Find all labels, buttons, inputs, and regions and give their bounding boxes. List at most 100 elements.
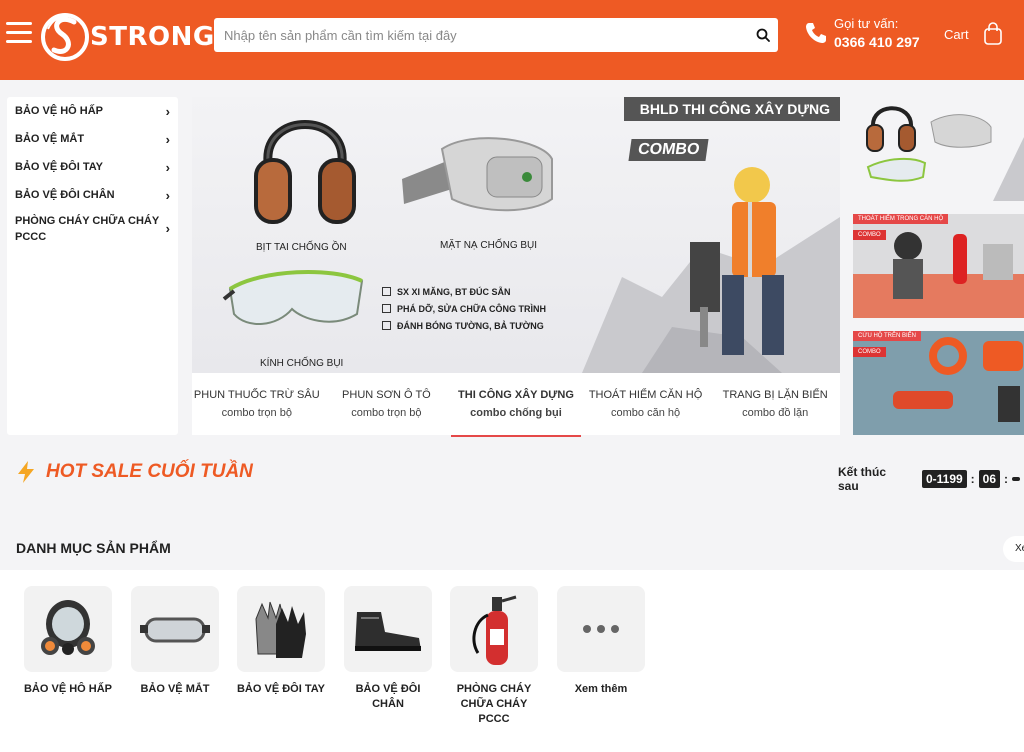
category-sidebar: BẢO VỆ HÔ HẤP › BẢO VỆ MẮT › BẢO VỆ ĐÔI TA… — [7, 97, 178, 435]
category-panel: BẢO VỆ HÔ HẤP BẢO VỆ MẮT BẢO VỆ ĐÔI TAY — [0, 570, 1024, 752]
chevron-right-icon: › — [165, 221, 170, 236]
logo[interactable]: STRONG — [40, 4, 215, 70]
category-item-xem-them[interactable]: Xem thêm — [556, 586, 646, 697]
boots-icon — [355, 612, 421, 651]
sidebar-item-mat[interactable]: BẢO VỆ MẮT › — [7, 125, 178, 153]
menu-icon[interactable] — [6, 22, 32, 46]
category-header: DANH MỤC SẢN PHẨM Xe — [0, 532, 1024, 568]
combo-badge: COMBO — [628, 139, 709, 161]
dust-mask-image — [402, 137, 553, 212]
banner-title: BHLD THI CÔNG XÂY DỰNG — [623, 97, 840, 121]
category-image — [237, 586, 325, 672]
tab-subtitle: combo trọn bộ — [221, 407, 292, 419]
promo-combo-badge: COMBO — [853, 347, 886, 357]
cart-button[interactable]: Cart — [944, 22, 1003, 46]
tab-title: THI CÔNG XÂY DỰNG — [458, 389, 574, 401]
sidebar-item-chan[interactable]: BẢO VỆ ĐÔI CHÂN › — [7, 181, 178, 209]
phone-label: Gọi tư vấn: — [834, 16, 899, 31]
tab-title: TRANG BỊ LẶN BIỂN — [722, 389, 828, 401]
category-label: PHÒNG CHÁY CHỮA CHÁY PCCC — [456, 683, 532, 725]
category-item-tay[interactable]: BẢO VỆ ĐÔI TAY — [236, 586, 326, 697]
sidebar-item-label: BẢO VỆ HÔ HẤP — [15, 105, 104, 117]
promo-title: CỨU HỘ TRÊN BIỂN — [853, 331, 922, 341]
gloves-icon — [255, 601, 306, 658]
banner-checklist: SX XI MĂNG, BT ĐÚC SẴN PHÁ DỠ, SỬA CHỮA … — [382, 287, 546, 338]
tab-title: PHUN SƠN Ô TÔ — [342, 389, 431, 401]
search-icon — [756, 28, 770, 42]
tab-title: PHUN THUỐC TRỪ SÂU — [193, 389, 320, 401]
category-image — [344, 586, 432, 672]
safety-glasses-image — [222, 269, 364, 326]
promo-image — [853, 97, 1024, 201]
checklist-item: SX XI MĂNG, BT ĐÚC SẴN — [382, 287, 546, 297]
tab-phun-son[interactable]: PHUN SƠN Ô TÔ combo trọn bộ — [322, 373, 452, 435]
sidebar-item-label: BẢO VỆ ĐÔI CHÂN — [15, 189, 115, 201]
search-button[interactable] — [748, 18, 778, 52]
tab-thi-cong[interactable]: THI CÔNG XÂY DỰNG combo chống bụi — [451, 373, 581, 437]
respirator-icon — [41, 600, 95, 655]
sidebar-item-label: BẢO VỆ MẮT — [15, 133, 85, 145]
category-image — [557, 586, 645, 672]
tab-thoat-hiem[interactable]: THOÁT HIỂM CĂN HỘ combo căn hộ — [581, 373, 711, 435]
promo-combo-badge: COMBO — [853, 230, 886, 240]
countdown-hours: 0-1199 — [921, 470, 967, 488]
banner-label-earmuff: BỊT TAI CHỐNG ỒN — [256, 242, 347, 253]
worker-illustration — [582, 167, 840, 373]
countdown-seconds — [1012, 477, 1021, 481]
sidebar-item-ho-hap[interactable]: BẢO VỆ HÔ HẤP › — [7, 97, 178, 125]
phone-icon — [806, 23, 826, 43]
tab-phun-thuoc[interactable]: PHUN THUỐC TRỪ SÂU combo trọn bộ — [192, 373, 322, 435]
lightning-icon — [18, 461, 34, 483]
category-item-pccc[interactable]: PHÒNG CHÁY CHỮA CHÁY PCCC — [449, 586, 539, 727]
category-item-mat[interactable]: BẢO VỆ MẮT — [130, 586, 220, 697]
hotline[interactable]: Gọi tư vấn: 0366 410 297 — [804, 16, 920, 50]
tab-subtitle: combo đồ lặn — [742, 407, 809, 419]
hotsale-heading: HOT SALE CUỐI TUẦN — [16, 460, 253, 484]
checkbox-icon — [382, 287, 391, 296]
banner-label-mask: MẶT NẠ CHỐNG BỤI — [440, 240, 538, 251]
checkbox-icon — [382, 321, 391, 330]
checklist-item: PHÁ DỠ, SỬA CHỮA CÔNG TRÌNH — [382, 304, 546, 314]
category-label: BẢO VỆ ĐÔI TAY — [236, 683, 326, 695]
hero-banner[interactable]: BỊT TAI CHỐNG ỒN MẶT NẠ CHỐNG BỤI KÍNH C… — [192, 97, 840, 373]
tab-lan-bien[interactable]: TRANG BỊ LẶN BIỂN combo đồ lặn — [710, 373, 840, 435]
sidebar-item-label: BẢO VỆ ĐÔI TAY — [15, 161, 104, 173]
sidebar-item-tay[interactable]: BẢO VỆ ĐÔI TAY › — [7, 153, 178, 181]
category-image — [24, 586, 112, 672]
category-item-ho-hap[interactable]: BẢO VỆ HÔ HẤP — [23, 586, 113, 697]
view-more-button[interactable]: Xe — [1003, 536, 1024, 562]
sidebar-item-label: PHÒNG CHÁY CHỮA CHÁY PCCC — [15, 215, 159, 243]
chevron-right-icon: › — [165, 103, 170, 119]
goggles-icon — [140, 617, 210, 643]
tab-subtitle: combo căn hộ — [611, 407, 681, 419]
category-label: BẢO VỆ HÔ HẤP — [23, 683, 112, 695]
logo-text: STRONG — [90, 22, 215, 52]
countdown-timer: Kết thúc sau 0-1199 : 06 : — [838, 465, 1024, 493]
category-label: Xem thêm — [574, 683, 628, 695]
promo-banner-3[interactable]: CỨU HỘ TRÊN BIỂN COMBO — [853, 331, 1024, 435]
search-bar — [214, 18, 778, 52]
chevron-right-icon: › — [165, 187, 170, 203]
promo-banner-2[interactable]: THOÁT HIỂM TRONG CĂN HỘ COMBO — [853, 214, 1024, 318]
search-input[interactable] — [214, 27, 748, 43]
category-label: BẢO VỆ MẮT — [140, 683, 210, 695]
hotsale-title: HOT SALE CUỐI TUẦN — [46, 461, 253, 482]
checkbox-icon — [382, 304, 391, 313]
category-item-chan[interactable]: BẢO VỆ ĐÔI CHÂN — [343, 586, 433, 712]
promo-banner-1[interactable] — [853, 97, 1024, 201]
banner-label-glasses: KÍNH CHỐNG BỤI — [260, 358, 344, 369]
banner-tabs: PHUN THUỐC TRỪ SÂU combo trọn bộ PHUN SƠ… — [192, 373, 840, 437]
category-label: BẢO VỆ ĐÔI CHÂN — [355, 683, 421, 710]
sidebar-item-pccc[interactable]: PHÒNG CHÁY CHỮA CHÁY PCCC › — [7, 209, 178, 249]
fire-extinguisher-icon — [472, 595, 517, 665]
promo-title: THOÁT HIỂM TRONG CĂN HỘ — [853, 214, 949, 224]
earmuff-image — [254, 120, 356, 224]
category-image — [450, 586, 538, 672]
cart-icon — [983, 22, 1002, 45]
chevron-right-icon: › — [165, 159, 170, 175]
tab-title: THOÁT HIỂM CĂN HỘ — [588, 389, 703, 401]
countdown-label: Kết thúc sau — [838, 465, 886, 493]
phone-number: 0366 410 297 — [834, 34, 920, 50]
tab-subtitle: combo chống bụi — [470, 407, 562, 419]
category-title: DANH MỤC SẢN PHẨM — [16, 540, 171, 556]
